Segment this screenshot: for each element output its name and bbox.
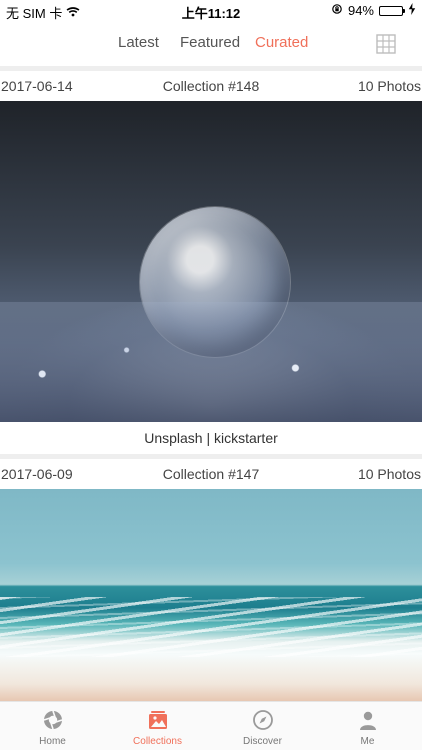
frost-ground — [0, 302, 422, 422]
nav-me-label: Me — [360, 736, 375, 747]
nav-collections-label: Collections — [133, 736, 182, 747]
charging-icon — [408, 3, 416, 18]
tab-curated[interactable]: Curated — [255, 34, 308, 51]
separator — [0, 66, 422, 71]
separator — [0, 454, 422, 459]
rotation-lock-icon — [331, 3, 343, 18]
ocean-waves — [0, 597, 422, 657]
tab-featured[interactable]: Featured — [180, 34, 240, 51]
collection-caption: Unsplash | kickstarter — [144, 430, 278, 446]
photo-collection-icon — [147, 709, 169, 731]
nav-collections[interactable]: Collections — [105, 702, 210, 751]
top-tabs: Latest Featured Curated — [0, 22, 422, 66]
collection-cover-image[interactable] — [0, 101, 422, 422]
status-right: 94% — [331, 3, 416, 18]
bottom-navigation: Home Collections Discover Me — [0, 701, 422, 750]
battery-icon — [379, 5, 405, 16]
tab-latest[interactable]: Latest — [118, 34, 159, 51]
nav-discover[interactable]: Discover — [210, 702, 315, 751]
collection-photo-count: 10 Photos — [357, 78, 421, 94]
status-bar: 无 SIM 卡 上午11:12 94% — [0, 0, 422, 22]
collection-photo-count: 10 Photos — [357, 466, 421, 482]
person-icon — [357, 709, 379, 731]
collection-cover-image[interactable] — [0, 489, 422, 701]
nav-home[interactable]: Home — [0, 702, 105, 751]
compass-icon — [252, 709, 274, 731]
nav-me[interactable]: Me — [315, 702, 420, 751]
battery-percent: 94% — [347, 3, 374, 18]
grid-view-icon[interactable] — [376, 34, 396, 54]
collection-header: 2017-06-14 Collection #148 10 Photos — [0, 73, 422, 99]
collection-header: 2017-06-09 Collection #147 10 Photos — [0, 461, 422, 487]
nav-home-label: Home — [39, 736, 66, 747]
nav-discover-label: Discover — [243, 736, 282, 747]
aperture-icon — [42, 709, 64, 731]
